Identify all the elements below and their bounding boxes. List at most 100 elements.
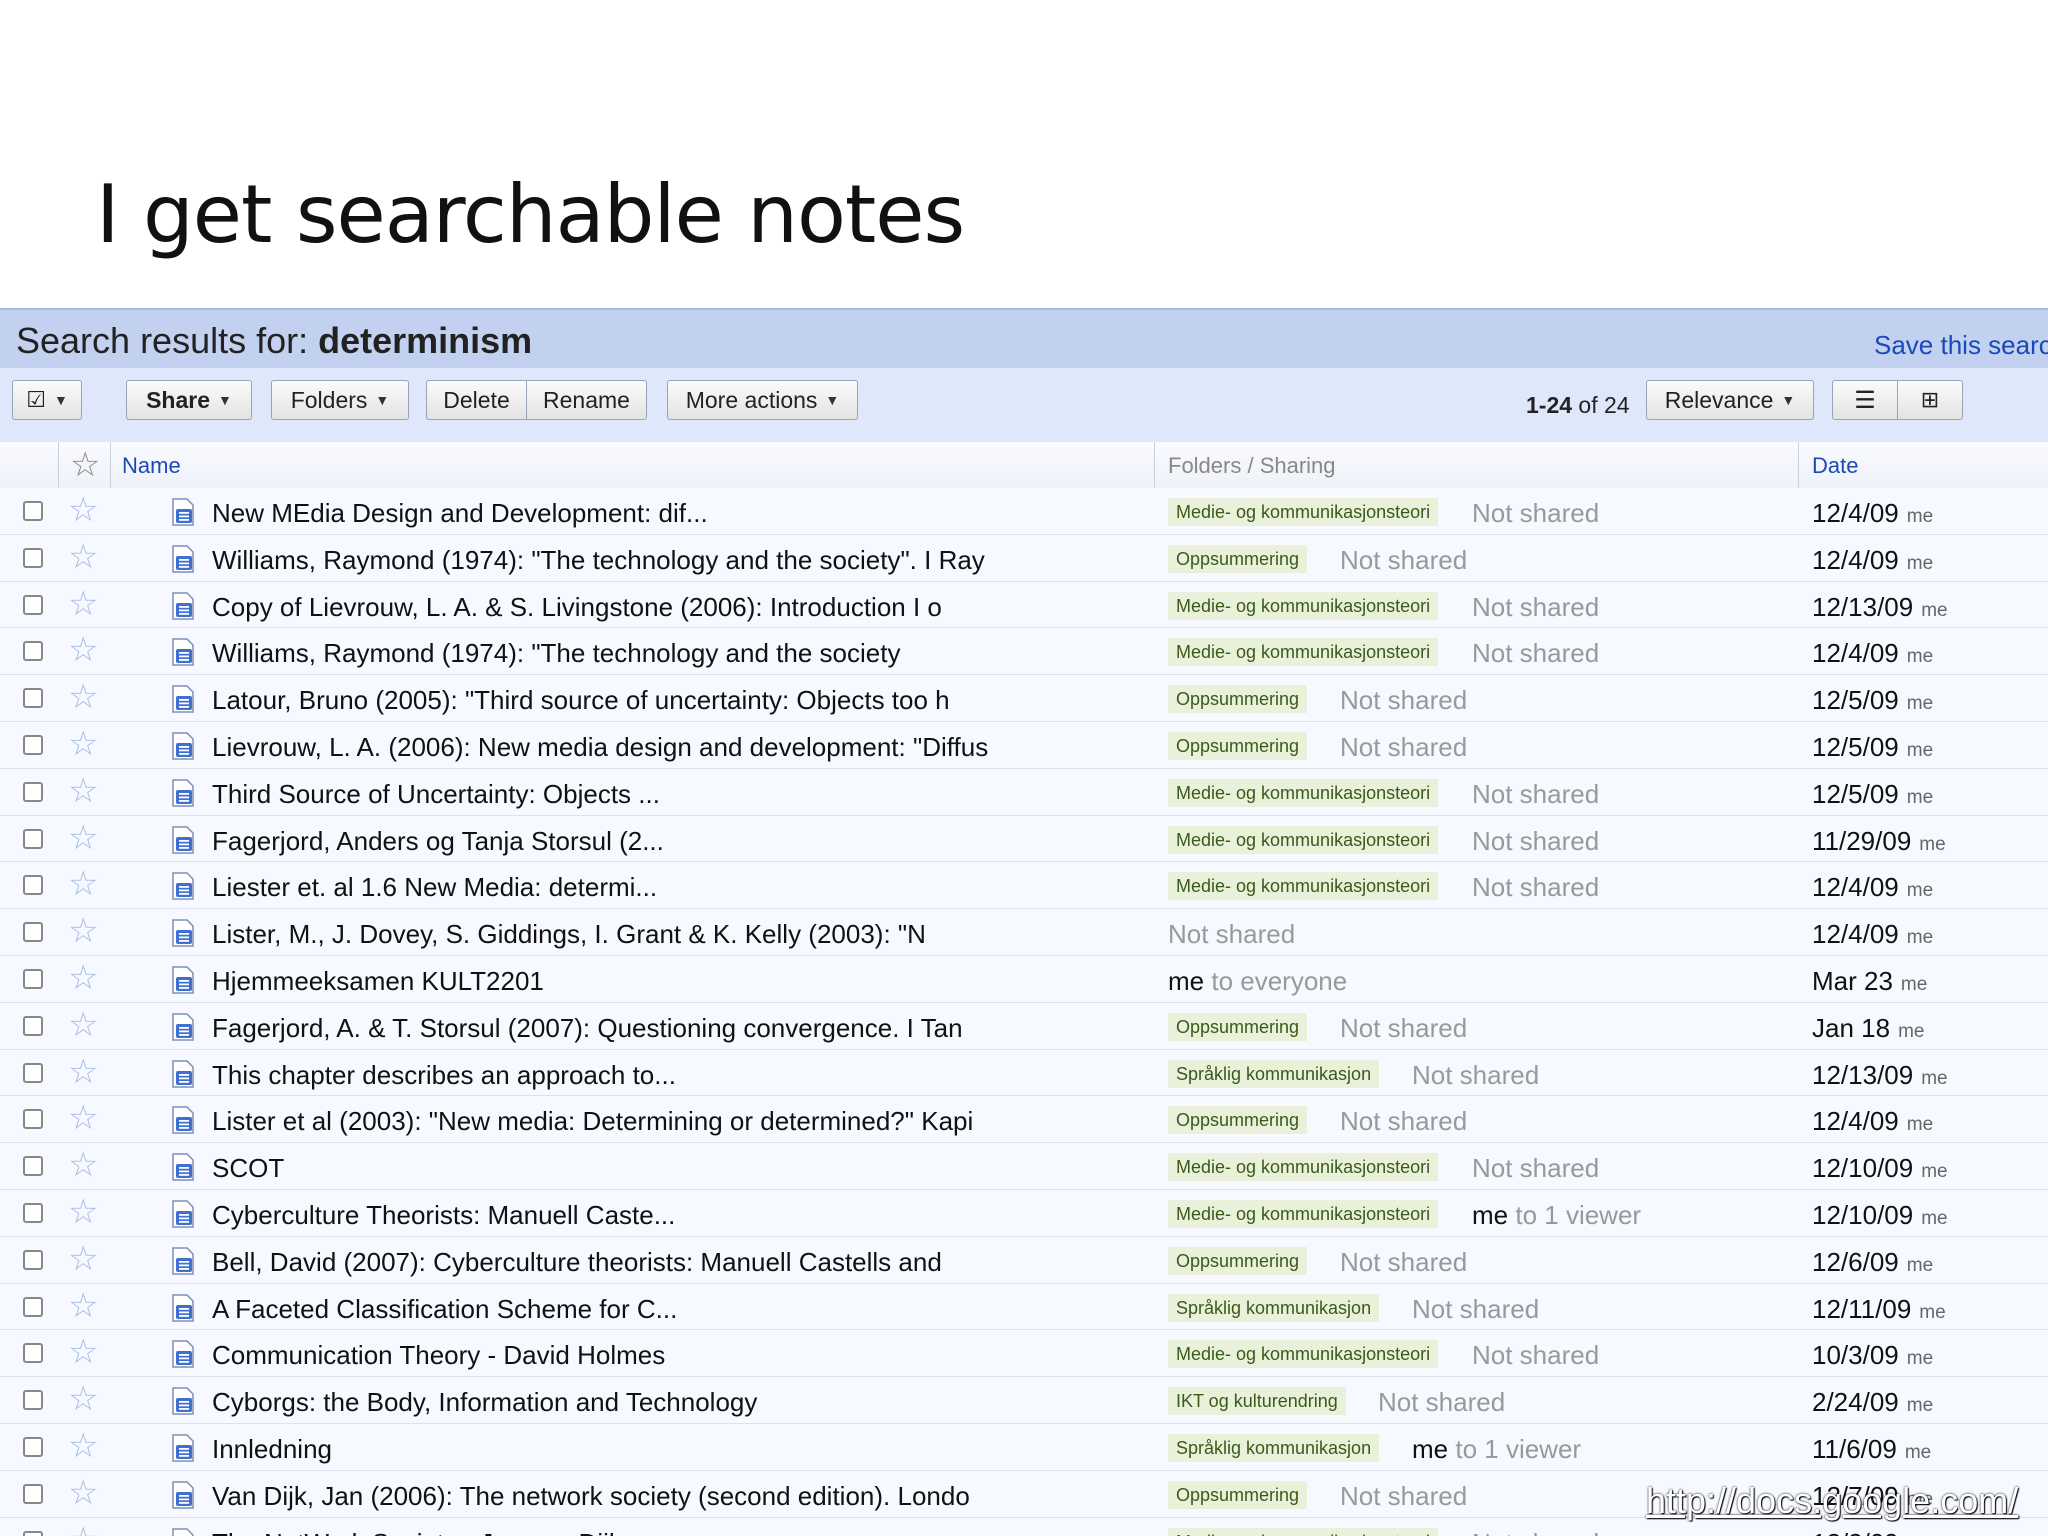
table-row[interactable]: ☆ Latour, Bruno (2005): "Third source of … [0, 675, 2048, 722]
star-icon[interactable]: ☆ [68, 587, 98, 621]
select-all-dropdown[interactable]: ☑ ▼ [12, 380, 82, 420]
share-button[interactable]: Share ▼ [126, 380, 252, 420]
document-title[interactable]: Lister et al (2003): "New media: Determi… [212, 1106, 973, 1137]
document-title[interactable]: Lievrouw, L. A. (2006): New media design… [212, 732, 988, 763]
star-header-icon[interactable]: ☆ [70, 448, 100, 482]
star-icon[interactable]: ☆ [68, 1382, 98, 1416]
row-checkbox[interactable] [23, 1249, 43, 1270]
table-row[interactable]: ☆ Lievrouw, L. A. (2006): New media desig… [0, 721, 2048, 769]
more-actions-button[interactable]: More actions ▼ [667, 380, 858, 420]
table-row[interactable]: ☆ Williams, Raymond (1974): "The technolo… [0, 534, 2048, 582]
folder-tag[interactable]: IKT og kulturendring [1168, 1387, 1346, 1416]
folder-tag[interactable]: Språklig kommunikasjon [1168, 1433, 1380, 1462]
star-icon[interactable]: ☆ [68, 1429, 98, 1463]
table-row[interactable]: ☆ Third Source of Uncertainty: Objects ..… [0, 768, 2048, 816]
row-checkbox[interactable] [23, 1390, 43, 1411]
sort-dropdown[interactable]: Relevance ▼ [1646, 380, 1814, 420]
grid-view-button[interactable]: ⊞ [1897, 380, 1963, 420]
folder-tag[interactable]: Medie- og kommunikasjonsteori [1168, 1340, 1439, 1369]
folder-tag[interactable]: Oppsummering [1168, 731, 1308, 760]
folder-tag[interactable]: Språklig kommunikasjon [1168, 1059, 1380, 1088]
star-icon[interactable]: ☆ [68, 633, 98, 667]
row-checkbox[interactable] [23, 1062, 43, 1083]
folder-tag[interactable]: Medie- og kommunikasjonsteori [1168, 778, 1439, 807]
star-icon[interactable]: ☆ [68, 1335, 98, 1369]
folder-tag[interactable]: Medie- og kommunikasjonsteori [1168, 591, 1439, 620]
table-row[interactable]: ☆ Lister, M., J. Dovey, S. Giddings, I. G… [0, 909, 2048, 956]
folder-tag[interactable]: Oppsummering [1168, 1012, 1308, 1041]
table-row[interactable]: ☆ Communication Theory - David Holmes Medi… [0, 1330, 2048, 1378]
star-icon[interactable]: ☆ [68, 1101, 98, 1135]
row-checkbox[interactable] [23, 1343, 43, 1364]
folder-tag[interactable]: Medie- og kommunikasjonsteori [1168, 825, 1439, 854]
folder-tag[interactable]: Oppsummering [1168, 1106, 1308, 1135]
table-row[interactable]: ☆ A Faceted Classification Scheme for C..… [0, 1283, 2048, 1331]
star-icon[interactable]: ☆ [68, 867, 98, 901]
column-date[interactable]: Date [1812, 453, 1858, 479]
row-checkbox[interactable] [23, 1202, 43, 1223]
document-title[interactable]: Fagerjord, Anders og Tanja Storsul (2... [212, 826, 664, 857]
document-title[interactable]: Communication Theory - David Holmes [212, 1340, 665, 1371]
table-row[interactable]: ☆ Cyborgs: the Body, Information and Tech… [0, 1377, 2048, 1424]
table-row[interactable]: ☆ Williams, Raymond (1974): "The technolo… [0, 628, 2048, 676]
folder-tag[interactable]: Oppsummering [1168, 544, 1308, 573]
table-row[interactable]: ☆ Cyberculture Theorists: Manuell Caste..… [0, 1189, 2048, 1237]
table-row[interactable]: ☆ Bell, David (2007): Cyberculture theori… [0, 1236, 2048, 1284]
star-icon[interactable]: ☆ [68, 680, 98, 714]
star-icon[interactable]: ☆ [68, 914, 98, 948]
document-title[interactable]: Lister, M., J. Dovey, S. Giddings, I. Gr… [212, 919, 926, 950]
table-row[interactable]: ☆ Fagerjord, Anders og Tanja Storsul (2..… [0, 815, 2048, 863]
star-icon[interactable]: ☆ [68, 1242, 98, 1276]
source-url[interactable]: http://docs.google.com/ [1646, 1480, 2018, 1522]
star-icon[interactable]: ☆ [68, 1523, 98, 1536]
row-checkbox[interactable] [23, 875, 43, 896]
table-row[interactable]: ☆ This chapter describes an approach to..… [0, 1049, 2048, 1097]
folder-tag[interactable]: Oppsummering [1168, 1480, 1308, 1509]
star-icon[interactable]: ☆ [68, 540, 98, 574]
row-checkbox[interactable] [23, 1530, 43, 1536]
document-title[interactable]: The NetWork Society - Jan van Dijk [212, 1528, 622, 1536]
document-title[interactable]: Cyberculture Theorists: Manuell Caste... [212, 1200, 675, 1231]
row-checkbox[interactable] [23, 734, 43, 755]
star-icon[interactable]: ☆ [68, 1148, 98, 1182]
row-checkbox[interactable] [23, 547, 43, 568]
document-title[interactable]: SCOT [212, 1153, 284, 1184]
folder-tag[interactable]: Medie- og kommunikasjonsteori [1168, 638, 1439, 667]
star-icon[interactable]: ☆ [68, 727, 98, 761]
document-title[interactable]: Williams, Raymond (1974): "The technolog… [212, 545, 985, 576]
row-checkbox[interactable] [23, 594, 43, 615]
delete-button[interactable]: Delete [426, 380, 527, 420]
table-row[interactable]: ☆ Fagerjord, A. & T. Storsul (2007): Ques… [0, 1002, 2048, 1050]
row-checkbox[interactable] [23, 1015, 43, 1036]
table-row[interactable]: ☆ Innledning Språklig kommunikasjon me to 1… [0, 1423, 2048, 1471]
column-name[interactable]: Name [122, 453, 181, 479]
document-title[interactable]: New MEdia Design and Development: dif... [212, 498, 708, 529]
star-icon[interactable]: ☆ [68, 961, 98, 995]
document-title[interactable]: Innledning [212, 1434, 332, 1465]
table-row[interactable]: ☆ Hjemmeeksamen KULT2201 me to everyone Mar… [0, 955, 2048, 1003]
document-title[interactable]: Third Source of Uncertainty: Objects ... [212, 779, 660, 810]
document-title[interactable]: Cyborgs: the Body, Information and Techn… [212, 1387, 757, 1418]
star-icon[interactable]: ☆ [68, 1289, 98, 1323]
star-icon[interactable]: ☆ [68, 774, 98, 808]
folder-tag[interactable]: Medie- og kommunikasjonsteori [1168, 1199, 1439, 1228]
document-title[interactable]: Williams, Raymond (1974): "The technolog… [212, 638, 900, 669]
document-title[interactable]: A Faceted Classification Scheme for C... [212, 1294, 677, 1325]
document-title[interactable]: Bell, David (2007): Cyberculture theoris… [212, 1247, 942, 1278]
document-title[interactable]: Hjemmeeksamen KULT2201 [212, 966, 544, 997]
row-checkbox[interactable] [23, 968, 43, 989]
table-row[interactable]: ☆ Copy of Lievrouw, L. A. & S. Livingston… [0, 581, 2048, 629]
document-title[interactable]: Fagerjord, A. & T. Storsul (2007): Quest… [212, 1013, 963, 1044]
folder-tag[interactable]: Oppsummering [1168, 685, 1308, 714]
save-search-link[interactable]: Save this searc [1874, 330, 2048, 361]
row-checkbox[interactable] [23, 1436, 43, 1457]
folder-tag[interactable]: Oppsummering [1168, 1246, 1308, 1275]
folder-tag[interactable]: Språklig kommunikasjon [1168, 1293, 1380, 1322]
row-checkbox[interactable] [23, 688, 43, 709]
star-icon[interactable]: ☆ [68, 821, 98, 855]
folder-tag[interactable]: Medie- og kommunikasjonsteori [1168, 498, 1439, 526]
table-row[interactable]: ☆ Liester et. al 1.6 New Media: determi..… [0, 862, 2048, 910]
star-icon[interactable]: ☆ [68, 1008, 98, 1042]
row-checkbox[interactable] [23, 641, 43, 662]
row-checkbox[interactable] [23, 501, 43, 521]
